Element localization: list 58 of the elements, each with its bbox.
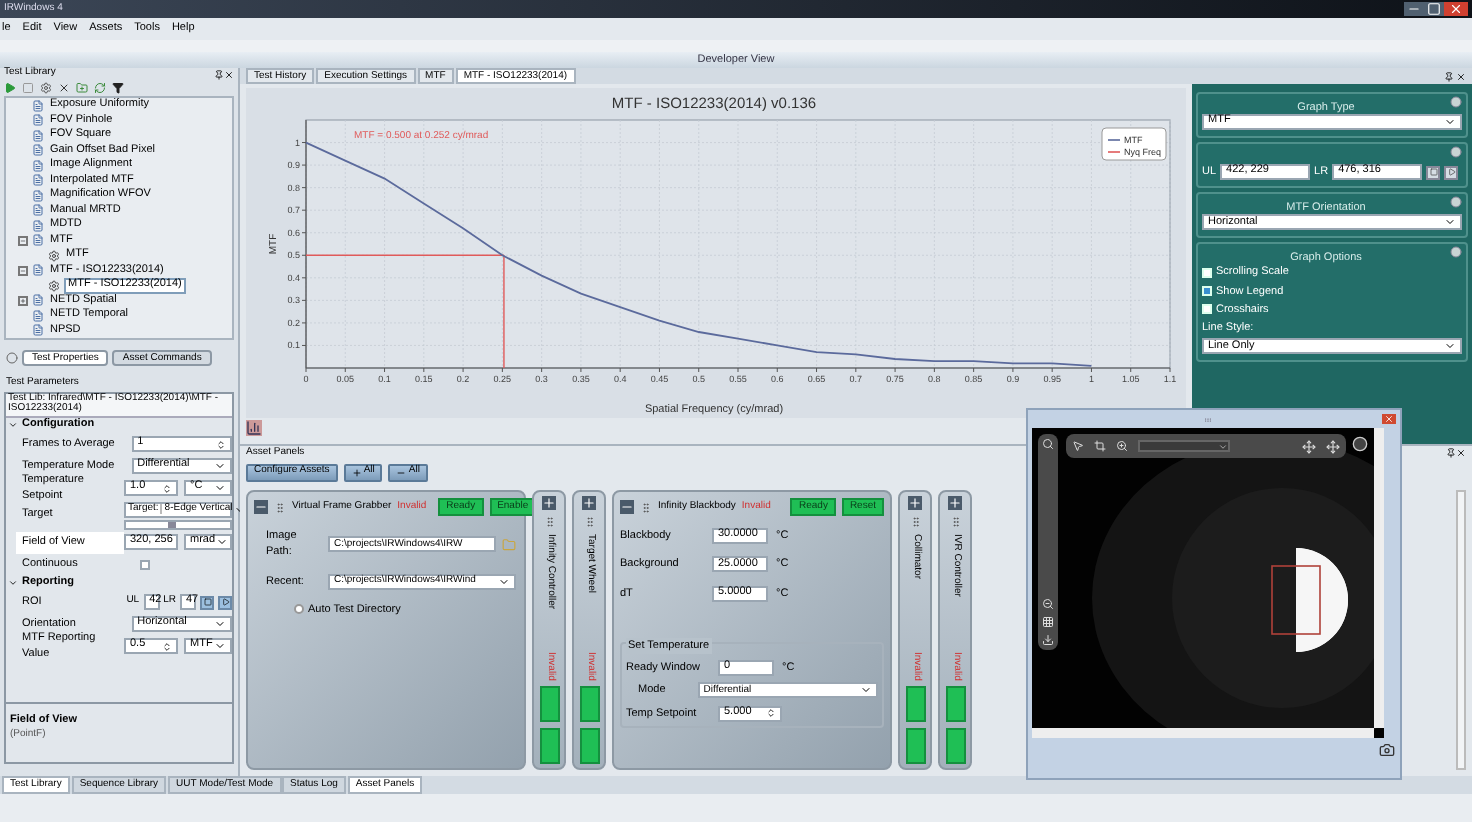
expand-icon[interactable] [948,496,962,510]
plus-icon [351,467,362,477]
legend-box [1101,127,1167,161]
play-button[interactable] [1444,165,1459,180]
document-icon [32,264,44,277]
collapse-icon[interactable] [1450,246,1462,259]
collapse-icon[interactable] [254,500,268,514]
collapse-icon[interactable] [1450,96,1462,108]
play-icon [1447,168,1456,177]
collapse-icon[interactable] [620,500,634,514]
add-folder-icon[interactable] [76,82,88,94]
close-button[interactable] [1382,414,1396,424]
move-icon[interactable] [1326,439,1340,453]
play-icon [221,598,229,606]
collapse-icon[interactable] [6,351,18,363]
close-button[interactable] [1444,2,1468,16]
crop-icon[interactable] [1094,440,1106,452]
maximize-button[interactable] [1424,2,1444,16]
search-icon[interactable] [1042,438,1054,450]
gear-icon [48,249,60,262]
expand-icon[interactable] [582,496,596,510]
square-icon [1429,168,1438,177]
delete-icon[interactable] [58,82,70,94]
collapse-icon[interactable] [1450,196,1462,209]
radio-button[interactable] [294,604,304,615]
pin-icon[interactable] [214,69,224,79]
stop-icon[interactable] [22,82,34,94]
chart-tool-icon[interactable] [246,420,262,436]
download-icon[interactable] [1042,634,1054,646]
refresh-icon[interactable] [94,82,106,94]
pin-icon[interactable] [1444,71,1454,81]
checkbox[interactable] [140,559,150,569]
zoom-out-icon[interactable] [1042,598,1054,610]
grid-icon[interactable] [1042,616,1054,628]
roi-button[interactable] [200,595,214,609]
gear-icon [48,279,60,292]
spinner-icon [216,439,226,449]
move-icon[interactable] [1302,439,1316,453]
play-icon[interactable] [4,82,16,94]
roi-button[interactable] [1426,165,1441,180]
filter-icon[interactable] [112,82,124,94]
minimize-button[interactable] [1404,2,1424,16]
spinner-icon [162,641,172,651]
camera-icon[interactable] [1378,742,1396,758]
zoom-in-icon[interactable] [1116,440,1128,452]
slider-thumb[interactable] [168,521,177,527]
expand-icon[interactable] [908,496,922,510]
pin-icon[interactable] [1446,448,1456,458]
spinner-icon [162,483,172,493]
play-button[interactable] [218,595,232,609]
settings-icon[interactable] [40,82,52,94]
expand-icon[interactable] [542,496,556,510]
square-icon [203,598,211,606]
pointer-icon[interactable] [1072,440,1084,452]
minus-icon [396,467,407,477]
spinner-icon [766,708,776,719]
collapse-icon[interactable] [1450,146,1462,158]
slider[interactable] [124,519,232,529]
